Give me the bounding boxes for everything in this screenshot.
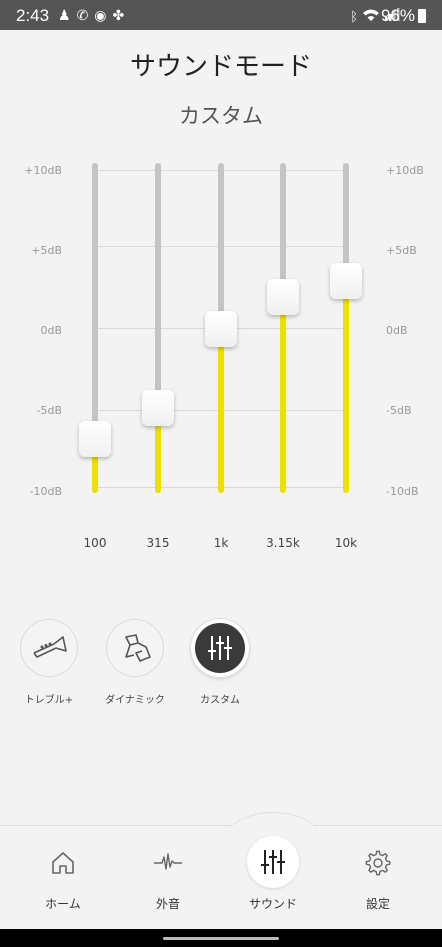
db-label-left: +10dB	[24, 164, 62, 177]
slider-fill	[280, 296, 286, 493]
home-icon	[52, 852, 74, 874]
nav-label: ホーム	[45, 897, 81, 911]
db-label-right: -10dB	[386, 485, 419, 498]
db-label-right: +5dB	[386, 244, 417, 257]
mode-label: カスタム	[200, 695, 240, 706]
eq-frequency-label: 1k	[213, 536, 229, 550]
slider-thumb[interactable]	[267, 278, 299, 315]
db-label-left: 0dB	[40, 324, 62, 337]
app-screen: 2:43 ♟ ✆ ◉ ✤ ᛒ 96% サウンドモード カスタム +10dB +5…	[0, 0, 442, 947]
slider-thumb[interactable]	[142, 389, 174, 426]
slider-fill	[218, 328, 224, 493]
slider-fill	[343, 280, 349, 493]
guitarist-icon	[125, 634, 151, 662]
mode-label: ダイナミック	[105, 695, 165, 706]
system-nav-bar	[0, 929, 442, 947]
nav-label: 外音	[155, 897, 180, 911]
slider-thumb[interactable]	[205, 310, 237, 347]
eq-slider-3.15k[interactable]	[263, 163, 303, 493]
slider-thumb[interactable]	[330, 262, 362, 299]
equalizer-icon	[208, 636, 232, 660]
eq-slider-10k[interactable]	[326, 163, 366, 493]
battery-percent: 96%	[380, 6, 415, 25]
db-label-right: 0dB	[386, 324, 408, 337]
missed-call-icon: ✆	[76, 7, 89, 23]
eq-frequency-label: 100	[83, 536, 107, 550]
home-indicator[interactable]	[163, 937, 279, 940]
nav-label: 設定	[365, 897, 390, 911]
eq-frequency-label: 315	[146, 536, 170, 550]
mode-label: トレブル+	[24, 695, 74, 706]
media-icon: ◉	[94, 7, 107, 23]
fan-icon: ✤	[112, 7, 125, 23]
eq-slider-315[interactable]	[138, 163, 178, 493]
status-left-icons: ♟ ✆ ◉ ✤	[58, 7, 124, 24]
eq-slider-1k[interactable]	[201, 163, 241, 493]
equalizer-icon	[261, 850, 285, 874]
nav-label: サウンド	[248, 897, 297, 911]
mode-treble-plus-button[interactable]	[20, 619, 78, 677]
bottom-nav: ホーム 外音 サウンド 設定	[0, 812, 442, 929]
bluetooth-icon: ᛒ	[350, 8, 358, 24]
db-label-left: -10dB	[29, 485, 63, 498]
gear-icon	[365, 850, 391, 876]
nav-ambient-sound[interactable]: 外音	[113, 826, 223, 926]
eq-slider-100[interactable]	[75, 163, 115, 493]
slider-thumb[interactable]	[79, 421, 111, 458]
status-time: 2:43	[16, 6, 50, 25]
nav-home[interactable]: ホーム	[8, 826, 118, 926]
db-label-left: -5dB	[36, 404, 63, 417]
nav-sound[interactable]: サウンド	[218, 826, 328, 926]
page-title: サウンドモード	[129, 52, 312, 82]
battery-icon	[418, 9, 426, 23]
eq-frequency-label: 10k	[334, 536, 358, 550]
nav-settings[interactable]: 設定	[323, 826, 433, 926]
db-label-right: +10dB	[386, 164, 424, 177]
db-label-right: -5dB	[386, 404, 412, 417]
eq-frequency-label: 3.15k	[266, 536, 300, 550]
wifi-icon	[362, 8, 380, 24]
mode-custom-button[interactable]	[191, 619, 249, 677]
mode-dynamic-button[interactable]	[106, 619, 164, 677]
status-bar: 2:43 ♟ ✆ ◉ ✤ ᛒ 96%	[0, 0, 442, 30]
current-mode-name: カスタム	[179, 104, 263, 128]
trumpet-icon	[33, 636, 67, 658]
db-label-left: +5dB	[31, 244, 62, 257]
waveform-icon	[154, 853, 182, 870]
notification-icon: ♟	[58, 7, 71, 23]
